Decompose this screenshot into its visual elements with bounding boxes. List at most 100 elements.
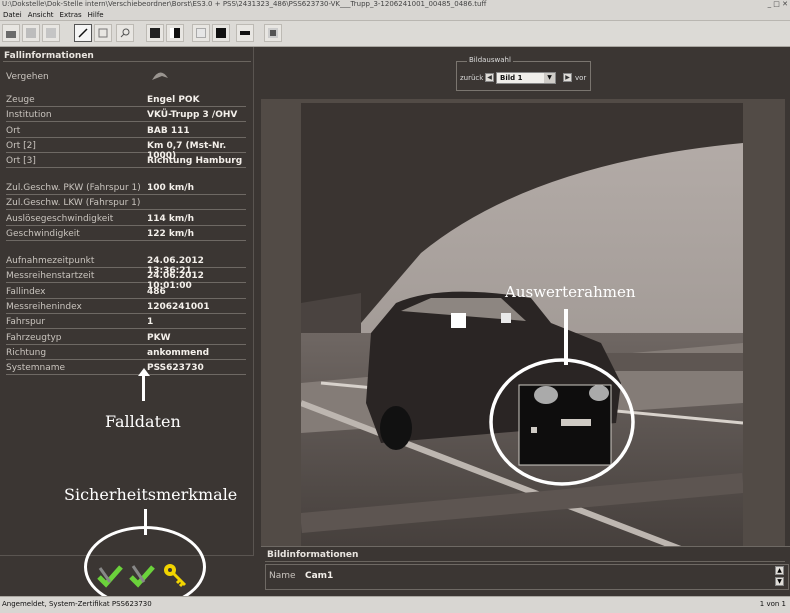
export-button[interactable] <box>22 24 40 42</box>
prev-image-button[interactable]: ◀ <box>485 73 494 82</box>
frame-icon <box>98 28 108 38</box>
image-info-box <box>265 564 789 590</box>
image-select-value: Bild 1 <box>500 74 523 82</box>
case-info-row: Fallindex 486 <box>6 286 246 299</box>
export-icon <box>26 28 36 38</box>
row-label: Messreihenstartzeit <box>6 271 95 282</box>
row-value: ankommend <box>147 347 210 358</box>
case-info-row: Messreihenstartzeit 24.06.2012 10:01:00 <box>6 270 246 291</box>
falldaten-annotation: Falldaten <box>105 412 181 431</box>
row-label: Institution <box>6 110 52 121</box>
magnifier-icon <box>120 28 130 38</box>
brightness-icon <box>196 28 206 38</box>
row-value: BAB 111 <box>147 125 190 136</box>
row-value: Engel POK <box>147 95 200 105</box>
row-label: Messreihenindex <box>6 301 82 312</box>
panel-title-line <box>3 61 251 62</box>
magnifier-button[interactable] <box>116 24 134 42</box>
image-info-line <box>265 561 785 562</box>
image-selector-title: Bildauswahl <box>467 56 513 64</box>
image-info-title: Bildinformationen <box>267 550 359 560</box>
row-label: Zul.Geschw. PKW (Fahrspur 1) <box>6 183 141 193</box>
prev-label: zurück <box>460 74 484 82</box>
name-value: Cam1 <box>305 571 334 581</box>
row-value: 100 km/h <box>147 183 194 193</box>
case-info-row: Auslösegeschwindigkeit 114 km/h <box>6 213 246 226</box>
small-square-icon <box>240 31 250 35</box>
row-label: Richtung <box>6 347 47 358</box>
case-info-row: Messreihenindex 1206241001 <box>6 301 246 314</box>
offense-icon <box>152 72 168 80</box>
toolbar <box>0 21 790 47</box>
chevron-right-icon: ▶ <box>565 74 570 81</box>
case-info-row: Systemname PSS623730 <box>6 362 246 376</box>
case-info-row: Fahrspur 1 <box>6 316 246 330</box>
line-tool-icon <box>78 28 88 38</box>
row-label: Aufnahmezeitpunkt <box>6 256 95 266</box>
chevron-up-icon: ▲ <box>777 567 782 574</box>
photo-frame: Auswerterahmen <box>261 99 785 591</box>
auswerterahmen-annotation: Auswerterahmen <box>505 283 636 301</box>
row-value: 486 <box>147 286 166 297</box>
case-info-row: Zeuge Engel POK <box>6 94 246 107</box>
menu-extras[interactable]: Extras <box>57 9 85 21</box>
traffic-photo[interactable] <box>301 103 743 587</box>
case-info-row: Ort [2] Km 0,7 (Mst-Nr. 1000) <box>6 140 246 161</box>
copy-button[interactable] <box>264 24 282 42</box>
case-info-row: Institution VKÜ-Trupp 3 /OHV <box>6 109 246 123</box>
black-frame-button[interactable] <box>212 24 230 42</box>
case-info-row: Ort [3] Richtung Hamburg <box>6 155 246 169</box>
row-label: Zeuge <box>6 95 35 105</box>
print-icon <box>46 28 56 38</box>
contrast-button[interactable] <box>146 24 164 42</box>
sicherheitsmerkmale-annotation: Sicherheitsmerkmale <box>64 485 238 504</box>
scroll-up-button[interactable]: ▲ <box>775 566 784 575</box>
brightness-button[interactable] <box>192 24 210 42</box>
case-info-row: Richtung ankommend <box>6 347 246 360</box>
row-label: Auslösegeschwindigkeit <box>6 213 114 224</box>
row-vergehen: Vergehen <box>6 71 246 84</box>
case-info-panel: Fallinformationen Vergehen Zeuge Engel PO… <box>0 47 254 595</box>
next-image-button[interactable]: ▶ <box>563 73 572 82</box>
row-value: PKW <box>147 332 171 343</box>
window-controls[interactable]: _ □ ✕ <box>768 0 788 9</box>
scroll-down-button[interactable]: ▼ <box>775 577 784 586</box>
row-label: Systemname <box>6 363 66 374</box>
image-info-panel: Bildinformationen Name Cam1 ▲ ▼ <box>261 546 790 595</box>
small-frame-button[interactable] <box>236 24 254 42</box>
frame-tool-button[interactable] <box>94 24 112 42</box>
page-count: 1 von 1 <box>759 600 786 608</box>
menu-ansicht[interactable]: Ansicht <box>25 9 57 21</box>
row-label: Zul.Geschw. LKW (Fahrspur 1) <box>6 198 141 209</box>
folder-icon <box>6 31 16 38</box>
black-square-icon <box>216 28 226 38</box>
row-value: Richtung Hamburg <box>147 156 243 167</box>
menu-bar: Datei Ansicht Extras Hilfe <box>0 9 790 21</box>
invert-icon <box>170 28 180 38</box>
status-text: Angemeldet, System-Zertifikat PSS623730 <box>2 600 152 608</box>
row-label: Geschwindigkeit <box>6 228 80 239</box>
app-window: U:\Dokstelle\Dok-Stelle intern\Verschieb… <box>0 0 790 613</box>
menu-datei[interactable]: Datei <box>0 9 25 21</box>
line-tool-button[interactable] <box>74 24 92 42</box>
image-select[interactable]: Bild 1 ▼ <box>496 72 556 84</box>
title-bar: U:\Dokstelle\Dok-Stelle intern\Verschieb… <box>0 0 790 9</box>
case-info-row: Fahrzeugtyp PKW <box>6 332 246 345</box>
print-button[interactable] <box>42 24 60 42</box>
row-value: PSS623730 <box>147 363 204 374</box>
row-value: VKÜ-Trupp 3 /OHV <box>147 110 238 121</box>
case-info-row: Geschwindigkeit 122 km/h <box>6 228 246 241</box>
row-label: Fahrspur <box>6 317 46 328</box>
chevron-down-icon: ▼ <box>777 578 782 585</box>
row-value: 114 km/h <box>147 213 194 224</box>
status-bar: Angemeldet, System-Zertifikat PSS623730 … <box>0 596 790 613</box>
row-label: Ort [2] <box>6 140 36 151</box>
row-label: Ort [3] <box>6 156 36 167</box>
row-value: 1206241001 <box>147 301 210 312</box>
menu-hilfe[interactable]: Hilfe <box>85 9 107 21</box>
case-info-row: Zul.Geschw. LKW (Fahrspur 1) <box>6 197 246 211</box>
invert-button[interactable] <box>166 24 184 42</box>
row-value: 1 <box>147 317 154 328</box>
open-folder-button[interactable] <box>2 24 20 42</box>
image-area: Bildauswahl zurück ◀ Bild 1 ▼ ▶ vor Ausw… <box>256 47 790 595</box>
